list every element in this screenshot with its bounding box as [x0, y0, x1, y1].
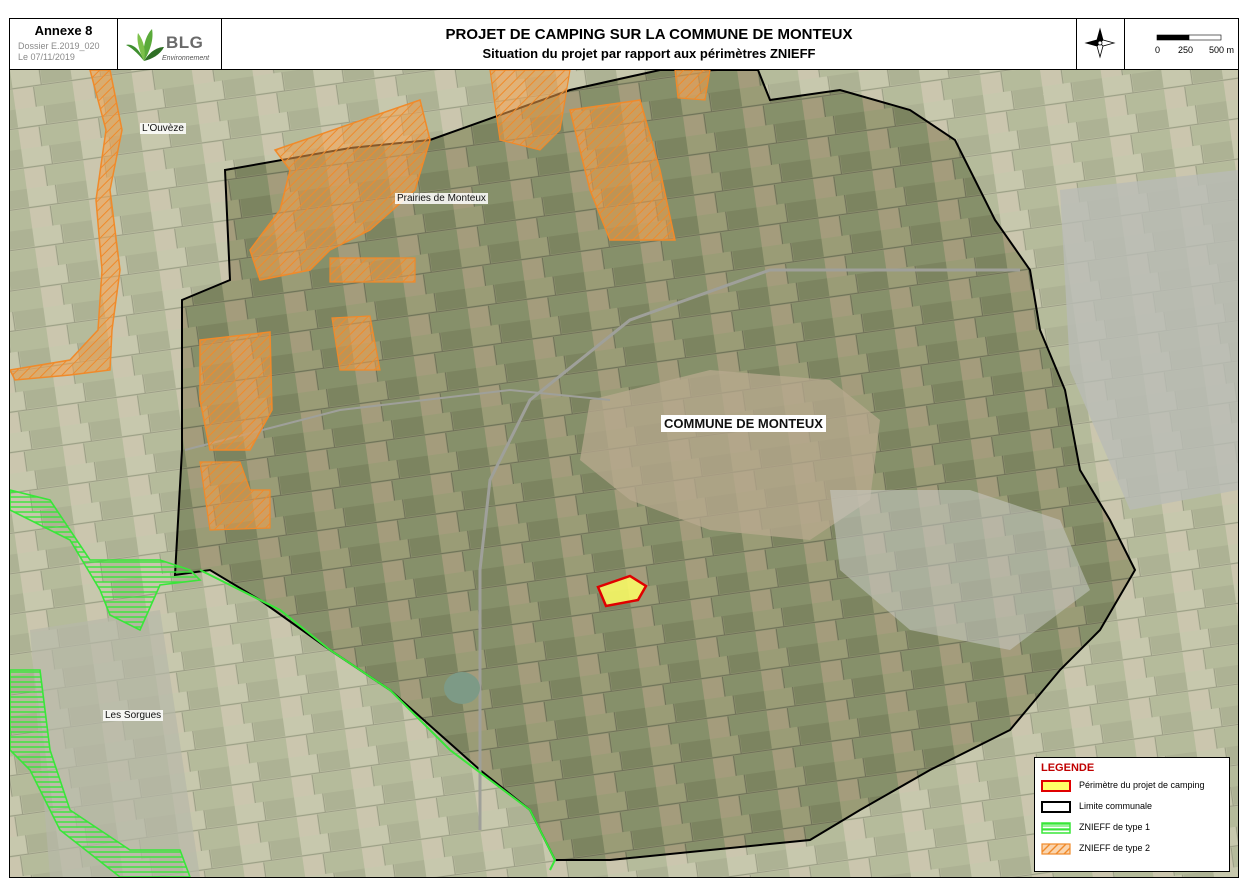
legend-swatch-camping — [1041, 780, 1071, 792]
legend-label: Périmètre du projet de camping — [1079, 780, 1205, 790]
legend-title: LEGENDE — [1041, 762, 1095, 774]
map-header: Annexe 8 Dossier E.2019_020 Le 07/11/201… — [10, 19, 1238, 70]
znieff-type2-patch-a — [329, 257, 416, 283]
aerial-map[interactable]: L'Ouvèze Prairies de Monteux COMMUNE DE … — [10, 70, 1238, 877]
znieff-type2-patch-d — [674, 70, 711, 101]
legend-label: ZNIEFF de type 1 — [1079, 822, 1151, 832]
scale-label-500: 500 m — [1209, 45, 1235, 55]
logo-wordmark: BLG — [166, 33, 204, 52]
company-logo: BLG Environnement — [118, 19, 222, 69]
annex-info-cell: Annexe 8 Dossier E.2019_020 Le 07/11/201… — [10, 19, 118, 69]
legend-item-znieff2: ZNIEFF de type 2 — [1041, 843, 1226, 857]
label-commune-de-monteux: COMMUNE DE MONTEUX — [661, 415, 826, 432]
legend-swatch-commune — [1041, 801, 1071, 813]
legend-item-znieff1: ZNIEFF de type 1 — [1041, 822, 1226, 836]
legend-item-commune: Limite communale — [1041, 801, 1226, 815]
annex-number: Annexe 8 — [34, 23, 93, 38]
map-title: PROJET DE CAMPING SUR LA COMMUNE DE MONT… — [445, 26, 853, 43]
map-legend: LEGENDE Périmètre du projet de camping L… — [1034, 757, 1230, 872]
legend-label: Limite communale — [1079, 801, 1153, 811]
label-ouveze: L'Ouvèze — [140, 123, 186, 134]
legend-swatch-znieff2 — [1041, 843, 1071, 855]
title-cell: PROJET DE CAMPING SUR LA COMMUNE DE MONT… — [222, 19, 1077, 69]
scale-label-0: 0 — [1155, 45, 1161, 55]
document-date: Le 07/11/2019 — [18, 52, 75, 62]
legend-label: ZNIEFF de type 2 — [1079, 843, 1151, 853]
legend-swatch-znieff1 — [1041, 822, 1071, 834]
legend-item-camping: Périmètre du projet de camping — [1041, 780, 1226, 794]
dossier-reference: Dossier E.2019_020 — [18, 41, 100, 51]
lake — [444, 672, 480, 704]
scale-bar-cell: 0 250 500 m — [1125, 19, 1238, 69]
scale-label-250: 250 — [1178, 45, 1194, 55]
logo-subtitle: Environnement — [162, 55, 210, 62]
north-arrow-cell — [1077, 19, 1125, 69]
label-les-sorgues: Les Sorgues — [103, 710, 164, 721]
map-canvas — [10, 70, 1238, 877]
label-prairies-de-monteux: Prairies de Monteux — [395, 193, 488, 204]
north-arrow-icon — [1084, 27, 1116, 59]
map-subtitle: Situation du projet par rapport aux péri… — [482, 46, 816, 61]
